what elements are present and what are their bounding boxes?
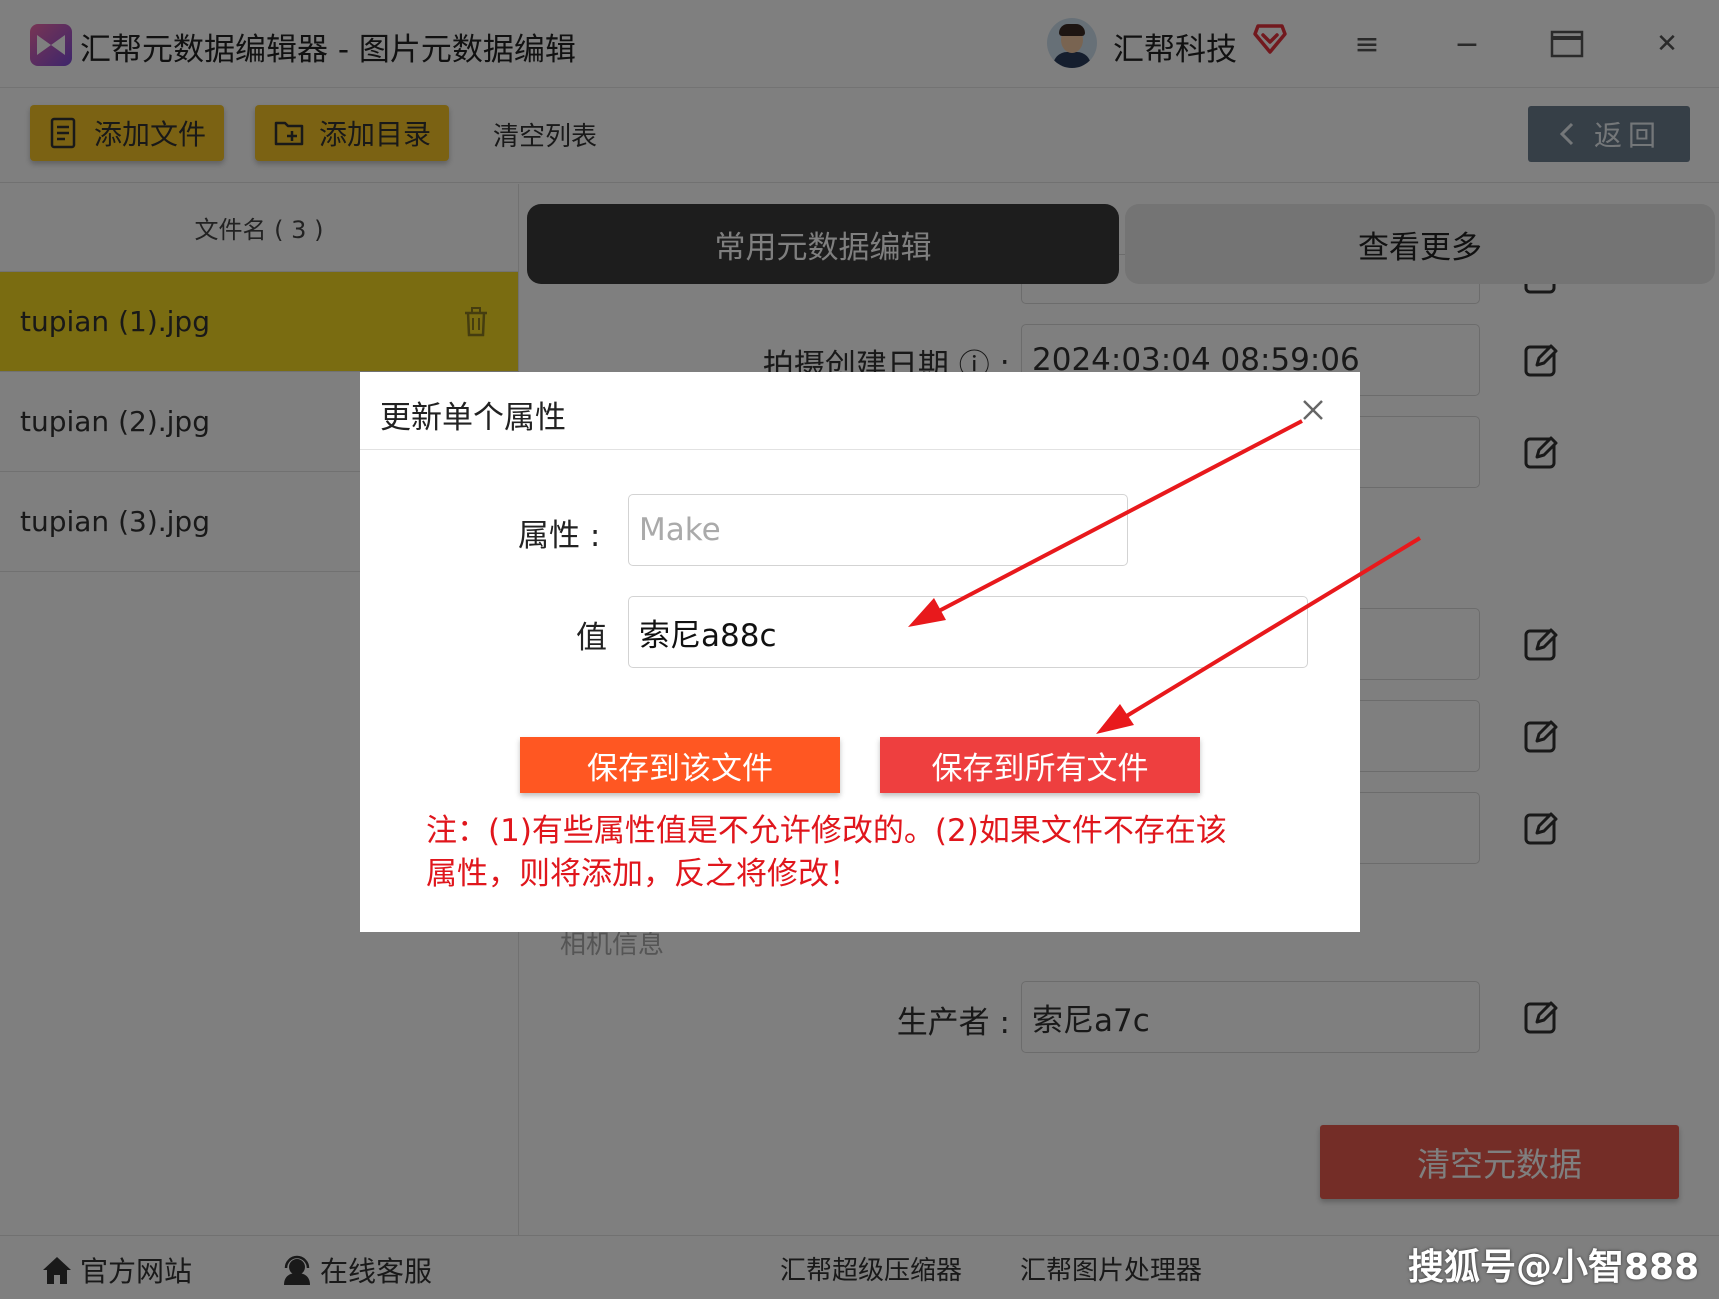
save-to-all-files-button[interactable]: 保存到所有文件	[880, 737, 1200, 793]
dialog-header: 更新单个属性	[360, 372, 1360, 450]
value-input[interactable]	[628, 596, 1308, 668]
value-label: 值	[576, 620, 607, 656]
close-icon[interactable]	[1297, 394, 1329, 426]
update-property-dialog: 更新单个属性 属性 : 值 保存到该文件 保存到所有文件 注：(1)有些属性值是…	[360, 372, 1360, 932]
dialog-note: 注：(1)有些属性值是不允许修改的。(2)如果文件不存在该属性，则将添加，反之将…	[426, 813, 1227, 892]
watermark-text: 搜狐号@小智888	[1408, 1247, 1700, 1288]
property-label: 属性 :	[518, 518, 601, 554]
app-window: 汇帮元数据编辑器 - 图片元数据编辑 汇帮科技 ≡ − ✕ 添加文件	[0, 0, 1719, 1299]
property-input[interactable]	[628, 494, 1128, 566]
save-to-this-file-button[interactable]: 保存到该文件	[520, 737, 840, 793]
dialog-title: 更新单个属性	[380, 400, 566, 436]
